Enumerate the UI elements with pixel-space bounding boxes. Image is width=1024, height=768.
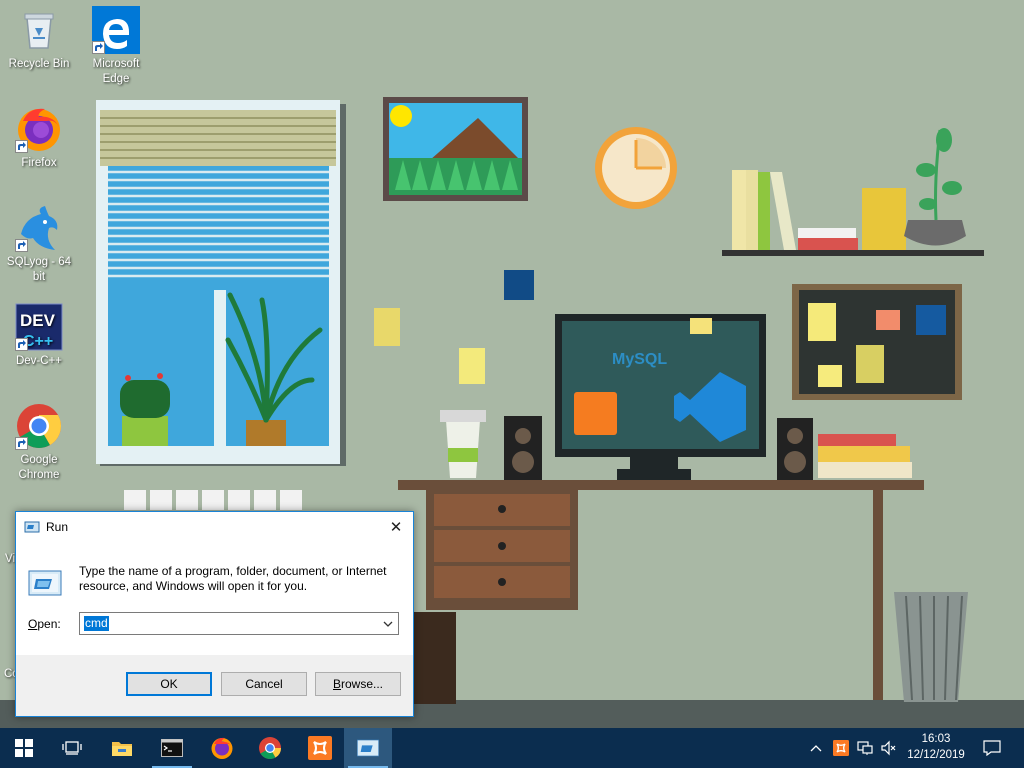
run-dialog-body: Type the name of a program, folder, docu… (16, 542, 413, 655)
open-input[interactable]: cmd (84, 616, 109, 631)
notifications-icon (983, 740, 1001, 756)
show-hidden-icons-button[interactable] (806, 728, 826, 768)
taskbar-chrome[interactable] (246, 728, 294, 768)
edge-icon (92, 6, 140, 54)
taskbar-file-explorer[interactable] (98, 728, 146, 768)
command-prompt-icon (161, 739, 183, 757)
task-view-icon (62, 741, 82, 755)
taskbar-run[interactable] (344, 728, 392, 768)
firefox-icon (15, 105, 63, 153)
close-button[interactable]: ✕ (379, 512, 413, 541)
action-center-button[interactable] (976, 728, 1008, 768)
clock-date: 12/12/2019 (907, 749, 965, 761)
taskbar-firefox[interactable] (198, 728, 246, 768)
browse-accelerator: B (332, 677, 341, 691)
run-dialog-title: Run (46, 520, 69, 534)
shortcut-arrow-icon (15, 140, 28, 153)
open-label-text: pen: (37, 617, 61, 631)
desktop-icon-label: SQLyog - 64 bit (6, 256, 72, 283)
ok-button[interactable]: OK (126, 672, 212, 696)
tray-clock[interactable]: 16:03 12/12/2019 (906, 731, 966, 763)
tray-network[interactable] (854, 728, 876, 768)
run-dialog-titlebar[interactable]: Run ✕ (16, 512, 413, 542)
desktop-icon-label: Microsoft Edge (92, 58, 140, 85)
sqlyog-icon (15, 204, 63, 252)
desktop-icon-recycle-bin[interactable]: Recycle Bin (1, 6, 77, 72)
desktop-icon-devcpp[interactable]: DEV C++ Dev-C++ (1, 303, 77, 369)
shortcut-arrow-icon (15, 338, 28, 351)
run-program-icon (28, 568, 62, 598)
run-icon (24, 519, 40, 535)
open-label: Open: (28, 617, 61, 631)
xampp-icon (833, 740, 849, 756)
desktop-icon-label: Firefox (21, 157, 57, 169)
taskbar: 16:03 12/12/2019 (0, 728, 1024, 768)
folder-icon (112, 742, 132, 756)
open-label-accelerator: O (28, 617, 38, 631)
shortcut-arrow-icon (92, 41, 105, 54)
desktop-icon-microsoft-edge[interactable]: Microsoft Edge (78, 6, 154, 87)
browse-button[interactable]: Browse... (315, 672, 401, 696)
task-view-button[interactable] (48, 728, 96, 768)
close-icon: ✕ (389, 518, 403, 536)
chevron-up-icon (810, 745, 822, 752)
devcpp-icon: DEV C++ (15, 303, 63, 351)
taskbar-xampp[interactable] (296, 728, 344, 768)
shortcut-arrow-icon (15, 239, 28, 252)
clock-time: 16:03 (921, 733, 951, 745)
run-icon (357, 739, 379, 757)
xampp-icon (308, 736, 332, 760)
desktop-icon-label: Google Chrome (18, 454, 60, 481)
run-dialog-description: Type the name of a program, folder, docu… (79, 564, 387, 593)
chrome-icon (15, 402, 63, 450)
desktop-icon-label-partial: Vi (5, 553, 16, 565)
tray-xampp[interactable] (830, 728, 852, 768)
firefox-icon (211, 737, 233, 759)
run-dialog-footer: OK Cancel Browse... (16, 655, 413, 716)
desktop-icon-label: Recycle Bin (8, 58, 70, 70)
desktop-icon-google-chrome[interactable]: Google Chrome (1, 402, 77, 483)
browse-label: rowse... (341, 677, 384, 691)
cancel-button[interactable]: Cancel (221, 672, 307, 696)
volume-muted-icon (881, 740, 896, 756)
desktop-icon-sqlyog[interactable]: SQLyog - 64 bit (1, 204, 77, 285)
desktop-icon-label: Dev-C++ (15, 355, 63, 367)
shortcut-arrow-icon (15, 437, 28, 450)
desktop-icon-firefox[interactable]: Firefox (1, 105, 77, 171)
windows-logo-icon (15, 739, 33, 757)
svg-text:DEV: DEV (20, 311, 56, 330)
chevron-down-icon[interactable] (381, 617, 395, 631)
svg-text:MySQL: MySQL (612, 351, 667, 368)
tray-volume[interactable] (878, 728, 900, 768)
open-combobox[interactable]: cmd (79, 612, 399, 635)
run-dialog[interactable]: Run ✕ Type the name of a program, folder… (15, 511, 414, 717)
taskbar-command-prompt[interactable] (148, 728, 196, 768)
recycle-bin-icon (15, 6, 63, 54)
chrome-icon (259, 737, 281, 759)
network-icon (857, 741, 873, 755)
start-button[interactable] (0, 728, 48, 768)
